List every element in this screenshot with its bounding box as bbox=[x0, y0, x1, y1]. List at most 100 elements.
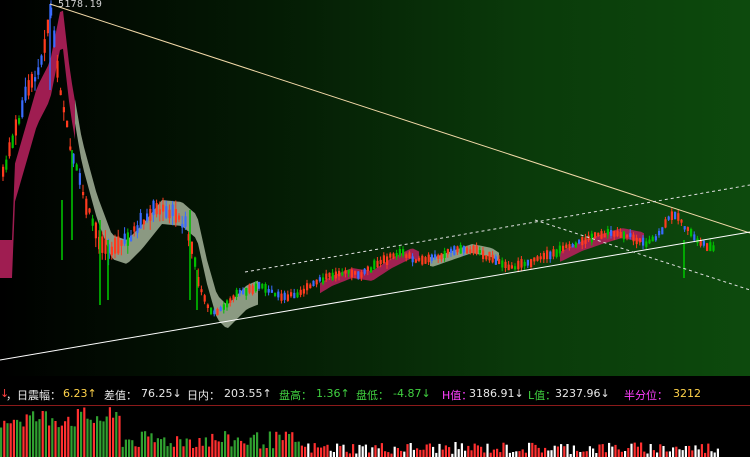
volume-bar bbox=[608, 442, 611, 457]
volume-bar bbox=[643, 451, 646, 457]
volume-bar bbox=[300, 445, 303, 457]
candle-body bbox=[34, 77, 37, 82]
volume-bar bbox=[524, 452, 527, 457]
candle-body bbox=[2, 166, 5, 177]
volume-bar bbox=[480, 446, 483, 457]
candle-body bbox=[514, 266, 517, 270]
high-value: 1.36↑ bbox=[316, 387, 350, 400]
candle-body bbox=[110, 246, 113, 256]
candle-body bbox=[82, 192, 85, 196]
volume-bar bbox=[515, 451, 518, 457]
volume-bar bbox=[259, 448, 262, 457]
volume-bar bbox=[60, 425, 63, 457]
price-chart[interactable] bbox=[0, 0, 750, 376]
volume-bar bbox=[704, 452, 707, 457]
diff-label: 差值： bbox=[104, 389, 137, 402]
volume-bar bbox=[432, 446, 435, 457]
candle-body bbox=[238, 290, 241, 294]
volume-bar bbox=[38, 419, 41, 457]
volume-bar bbox=[665, 451, 668, 457]
volume-bar bbox=[627, 448, 630, 457]
candle-body bbox=[526, 259, 529, 266]
candle-body bbox=[498, 259, 501, 264]
volume-bar bbox=[25, 414, 28, 457]
candle-body bbox=[267, 289, 270, 293]
volume-bar bbox=[9, 423, 12, 457]
candle-body bbox=[344, 270, 347, 274]
candle-body bbox=[411, 256, 414, 263]
volume-bar bbox=[467, 445, 470, 457]
candle-body bbox=[117, 236, 120, 254]
volume-bar bbox=[166, 446, 169, 457]
candle-body bbox=[283, 292, 286, 300]
volume-bar bbox=[342, 444, 345, 457]
volume-bar bbox=[92, 422, 95, 457]
volume-bar bbox=[128, 439, 131, 457]
candle-body bbox=[254, 283, 257, 292]
volume-bar bbox=[147, 436, 150, 457]
volume-bar bbox=[620, 451, 623, 457]
volume-bar bbox=[284, 431, 287, 457]
h-value: 3186.91↓ bbox=[469, 387, 524, 400]
candle-body bbox=[62, 107, 65, 113]
volume-bar bbox=[249, 437, 252, 457]
candle-body bbox=[200, 289, 203, 293]
volume-bar bbox=[204, 437, 207, 457]
volume-bar bbox=[160, 439, 163, 457]
candle-body bbox=[11, 135, 14, 148]
candle-body bbox=[546, 250, 549, 260]
candle-body bbox=[46, 19, 49, 34]
volume-bar bbox=[156, 438, 159, 457]
candle-body bbox=[302, 288, 305, 294]
volume-bar bbox=[243, 443, 246, 457]
volume-bar bbox=[422, 449, 425, 457]
candle-body bbox=[139, 212, 142, 229]
volume-bar bbox=[563, 446, 566, 457]
volume-bar bbox=[700, 444, 703, 457]
candle-body bbox=[382, 255, 385, 264]
candle-body bbox=[472, 245, 475, 254]
volume-bar bbox=[582, 451, 585, 457]
volume-bar bbox=[6, 423, 9, 457]
volume-bar bbox=[124, 439, 127, 457]
volume-bar bbox=[697, 449, 700, 457]
candle-body bbox=[539, 256, 542, 260]
candle-body bbox=[219, 307, 222, 311]
volume-bar bbox=[153, 442, 156, 457]
volume-bar bbox=[374, 445, 377, 457]
volume-bar bbox=[585, 451, 588, 457]
candle-body bbox=[184, 216, 187, 227]
volume-bar bbox=[550, 450, 553, 457]
volume-bar bbox=[3, 420, 6, 457]
diff-value: 76.25↓ bbox=[141, 387, 182, 400]
volume-bar bbox=[134, 446, 137, 457]
volume-bar bbox=[358, 444, 361, 457]
volume-bar bbox=[662, 446, 665, 457]
volume-bar bbox=[678, 449, 681, 457]
volume-bar bbox=[646, 453, 649, 457]
candle-body bbox=[181, 223, 184, 228]
resistance-trendline bbox=[49, 3, 750, 234]
candle-body bbox=[494, 256, 497, 265]
candle-body bbox=[171, 204, 174, 217]
candle-body bbox=[357, 271, 360, 279]
candle-body bbox=[232, 295, 235, 300]
candle-body bbox=[354, 271, 357, 275]
candle-body bbox=[450, 248, 453, 253]
candle-body bbox=[104, 239, 107, 254]
intraday-value: 203.55↑ bbox=[224, 387, 272, 400]
volume-bar bbox=[601, 444, 604, 457]
volume-bar bbox=[80, 411, 83, 457]
candle-body bbox=[491, 254, 494, 263]
volume-bar bbox=[169, 443, 172, 457]
volume-bar bbox=[396, 448, 399, 457]
volume-bar bbox=[262, 444, 265, 457]
volume-bar bbox=[624, 451, 627, 457]
candle-body bbox=[277, 291, 280, 298]
intraday-label: 日内： bbox=[187, 389, 220, 402]
candle-body bbox=[600, 231, 603, 239]
volume-bar bbox=[470, 450, 473, 457]
candle-body bbox=[251, 285, 254, 294]
volume-bar bbox=[464, 450, 467, 457]
candle-body bbox=[648, 239, 651, 244]
